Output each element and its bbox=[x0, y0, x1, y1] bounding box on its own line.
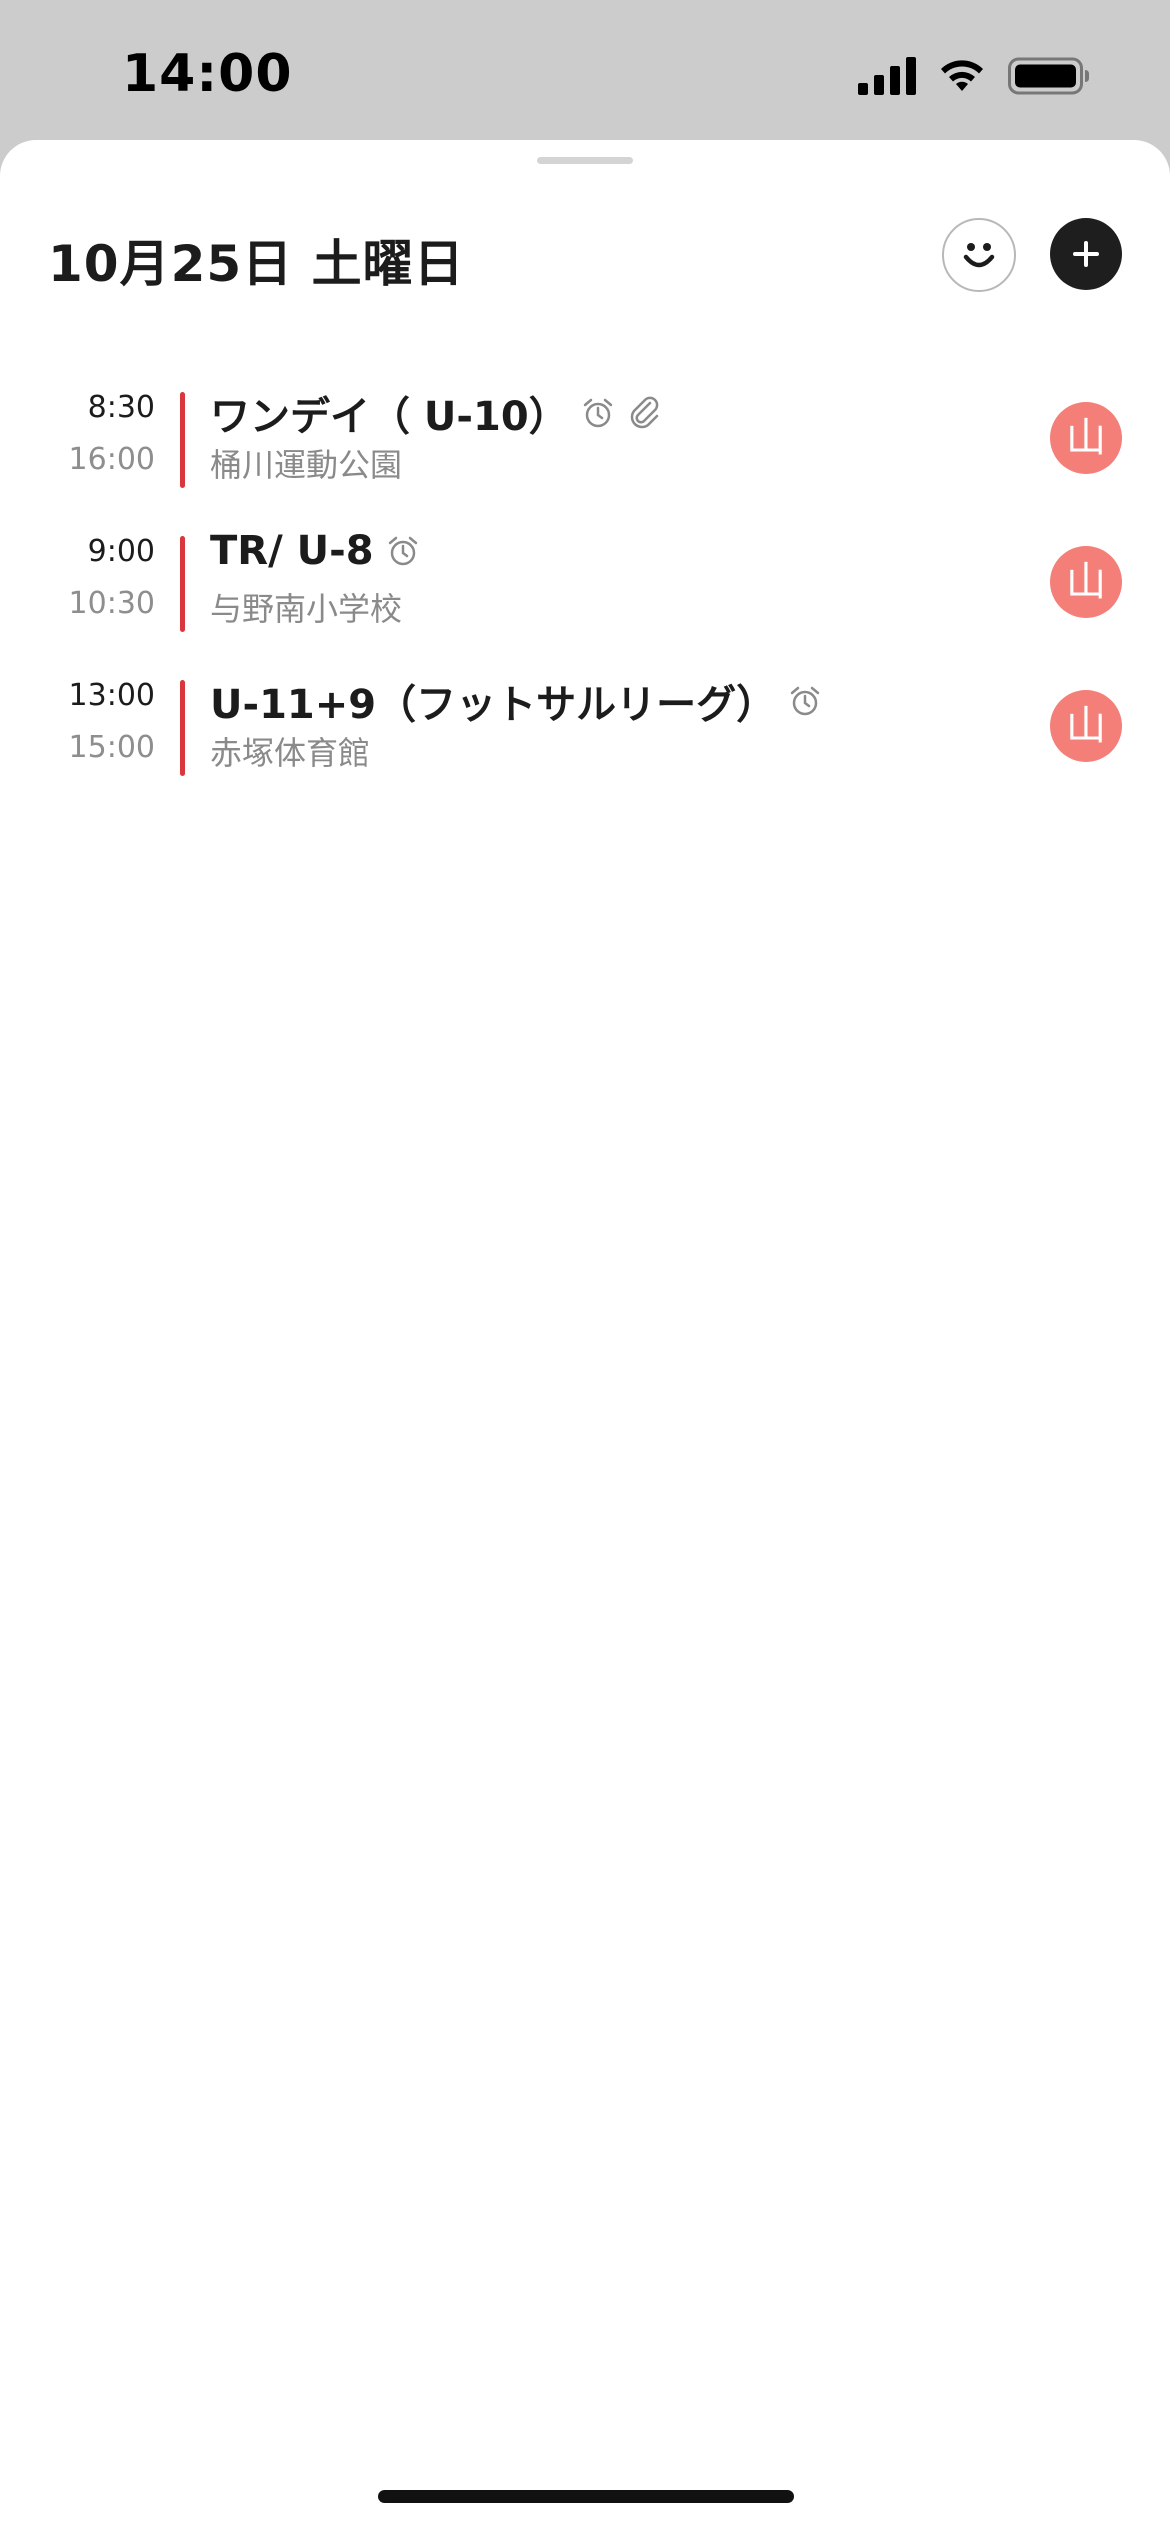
event-title-line: U-11+9（フットサルリーグ） bbox=[210, 672, 822, 730]
page-title: 10月25日 土曜日 bbox=[48, 235, 465, 293]
event-start-time: 13:00 bbox=[68, 678, 155, 713]
status-time: 14:00 bbox=[122, 44, 293, 104]
event-color-bar bbox=[180, 392, 185, 488]
event-start-time: 8:30 bbox=[87, 390, 155, 425]
event-title: TR/ U-8 bbox=[210, 528, 374, 574]
cellular-signal-icon bbox=[858, 57, 916, 95]
event-location: 赤塚体育館 bbox=[210, 734, 371, 772]
event-end-time: 15:00 bbox=[68, 730, 155, 765]
alarm-icon bbox=[386, 534, 420, 568]
event-location: 与野南小学校 bbox=[210, 590, 403, 628]
event-row[interactable]: 13:00 15:00 U-11+9（フットサルリーグ） 赤塚体育館 山 bbox=[0, 678, 1170, 822]
event-title: ワンデイ（ U-10） bbox=[210, 394, 569, 440]
status-icons bbox=[858, 54, 1090, 98]
event-end-time: 16:00 bbox=[68, 442, 155, 477]
event-color-bar bbox=[180, 536, 185, 632]
avatar[interactable]: 山 bbox=[1050, 690, 1122, 762]
event-row[interactable]: 8:30 16:00 ワンデイ（ U-10） 桶川運動公園 山 bbox=[0, 390, 1170, 534]
home-indicator[interactable] bbox=[378, 2490, 794, 2503]
status-bar: 14:00 bbox=[0, 0, 1170, 140]
event-location: 桶川運動公園 bbox=[210, 446, 403, 484]
alarm-icon bbox=[788, 684, 822, 718]
add-event-button[interactable] bbox=[1050, 218, 1122, 290]
paperclip-icon bbox=[627, 395, 663, 431]
event-color-bar bbox=[180, 680, 185, 776]
day-sheet: 10月25日 土曜日 8:30 16:00 ワンデイ（ U-10） 桶川運動公園… bbox=[0, 140, 1170, 2532]
alarm-icon bbox=[581, 396, 615, 430]
event-list: 8:30 16:00 ワンデイ（ U-10） 桶川運動公園 山 9:00 10:… bbox=[0, 390, 1170, 822]
event-end-time: 10:30 bbox=[68, 586, 155, 621]
sheet-grabber[interactable] bbox=[537, 157, 633, 164]
smiley-face-icon bbox=[957, 233, 1001, 277]
face-button[interactable] bbox=[942, 218, 1016, 292]
event-title-line: ワンデイ（ U-10） bbox=[210, 384, 663, 442]
battery-icon bbox=[1008, 56, 1090, 96]
plus-icon bbox=[1071, 239, 1101, 269]
avatar[interactable]: 山 bbox=[1050, 402, 1122, 474]
event-title: U-11+9（フットサルリーグ） bbox=[210, 682, 777, 728]
event-start-time: 9:00 bbox=[87, 534, 155, 569]
avatar[interactable]: 山 bbox=[1050, 546, 1122, 618]
event-row[interactable]: 9:00 10:30 TR/ U-8 与野南小学校 山 bbox=[0, 528, 1170, 678]
event-title-line: TR/ U-8 bbox=[210, 528, 420, 574]
wifi-icon bbox=[936, 57, 988, 95]
